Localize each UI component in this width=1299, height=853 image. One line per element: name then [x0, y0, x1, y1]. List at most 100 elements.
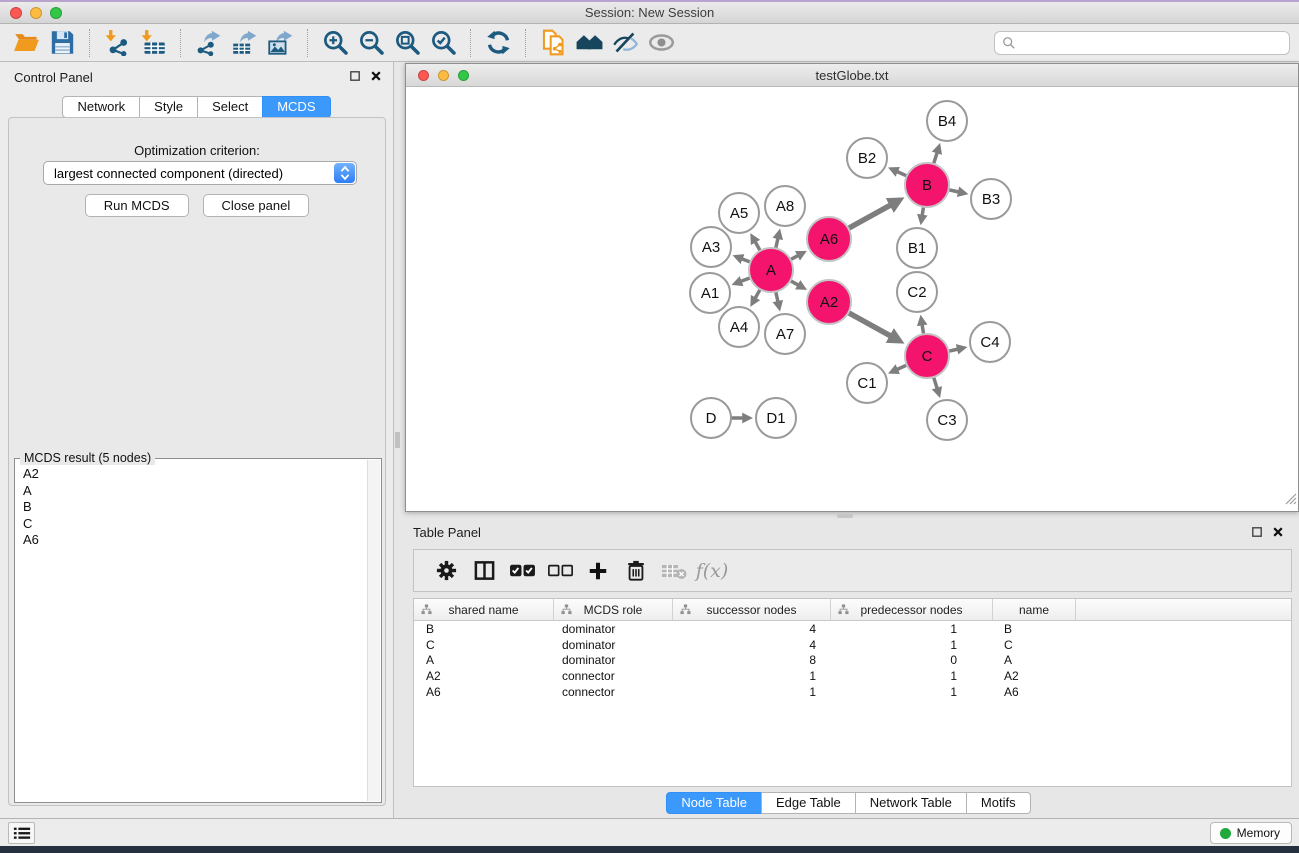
import-network-button[interactable]: [99, 27, 135, 59]
add-column-button[interactable]: [579, 554, 617, 588]
network-canvas[interactable]: AA1A2A3A4A5A6A7A8BB1B2B3B4CC1C2C3C4DD1: [406, 88, 1298, 511]
table-row[interactable]: Adominator80A: [414, 653, 1291, 669]
attribute-tree-icon: [838, 604, 849, 615]
function-builder-button[interactable]: f(x): [693, 554, 731, 588]
export-image-button[interactable]: [262, 27, 298, 59]
tab-node-table[interactable]: Node Table: [666, 792, 762, 814]
zoom-out-button[interactable]: [353, 27, 389, 59]
table-cell[interactable]: 8: [673, 653, 831, 667]
table-cell[interactable]: A2: [414, 669, 554, 683]
optimization-criterion-select[interactable]: largest connected component (directed): [43, 161, 357, 185]
table-cell[interactable]: C: [993, 638, 1076, 652]
column-header[interactable]: shared name: [414, 599, 554, 620]
delete-column-button[interactable]: [617, 554, 655, 588]
minimize-window-button[interactable]: [30, 7, 42, 19]
tab-style[interactable]: Style: [139, 96, 198, 118]
table-row[interactable]: Cdominator41C: [414, 637, 1291, 653]
table-cell[interactable]: 1: [831, 685, 993, 699]
table-cell[interactable]: A6: [993, 685, 1076, 699]
table-cell[interactable]: 1: [673, 685, 831, 699]
select-all-checkboxes-button[interactable]: [503, 554, 541, 588]
table-cell[interactable]: dominator: [554, 622, 673, 636]
minimize-network-window-button[interactable]: [438, 70, 449, 81]
column-header[interactable]: MCDS role: [554, 599, 673, 620]
table-cell[interactable]: connector: [554, 685, 673, 699]
attribute-tree-icon: [421, 604, 432, 615]
table-row[interactable]: A6connector11A6: [414, 684, 1291, 700]
table-cell[interactable]: dominator: [554, 638, 673, 652]
list-item[interactable]: A: [23, 483, 366, 500]
export-network-button[interactable]: [190, 27, 226, 59]
table-cell[interactable]: C: [414, 638, 554, 652]
table-cell[interactable]: 4: [673, 622, 831, 636]
table-cell[interactable]: dominator: [554, 653, 673, 667]
search-input[interactable]: [1020, 34, 1289, 52]
import-table-button[interactable]: [135, 27, 171, 59]
tab-network-table[interactable]: Network Table: [855, 792, 967, 814]
control-panel: Control Panel NetworkStyleSelectMCDS Opt…: [0, 62, 394, 818]
new-network-from-selection-button[interactable]: [535, 27, 571, 59]
split-columns-button[interactable]: [465, 554, 503, 588]
column-header[interactable]: successor nodes: [673, 599, 831, 620]
column-header[interactable]: name: [993, 599, 1076, 620]
table-cell[interactable]: 1: [831, 622, 993, 636]
close-network-window-button[interactable]: [418, 70, 429, 81]
table-cell[interactable]: 4: [673, 638, 831, 652]
refresh-button[interactable]: [480, 27, 516, 59]
tab-network[interactable]: Network: [62, 96, 140, 118]
table-cell[interactable]: 0: [831, 653, 993, 667]
table-cell[interactable]: A: [993, 653, 1076, 667]
table-cell[interactable]: 1: [831, 669, 993, 683]
float-table-panel-icon[interactable]: [1252, 527, 1262, 537]
graph-node-label-D: D: [706, 410, 717, 427]
zoom-selected-button[interactable]: [425, 27, 461, 59]
table-cell[interactable]: A6: [414, 685, 554, 699]
window-resize-grip[interactable]: [1283, 491, 1297, 510]
run-mcds-button[interactable]: Run MCDS: [85, 194, 189, 217]
table-cell[interactable]: A2: [993, 669, 1076, 683]
tab-select[interactable]: Select: [197, 96, 263, 118]
tab-mcds[interactable]: MCDS: [262, 96, 330, 118]
table-cell[interactable]: B: [414, 622, 554, 636]
tab-edge-table[interactable]: Edge Table: [761, 792, 856, 814]
task-history-button[interactable]: [8, 822, 35, 844]
result-scrollbar[interactable]: [367, 460, 380, 801]
window-controls: [10, 7, 62, 19]
delete-table-button[interactable]: [655, 554, 693, 588]
table-cell[interactable]: B: [993, 622, 1076, 636]
column-header[interactable]: predecessor nodes: [831, 599, 993, 620]
zoom-network-window-button[interactable]: [458, 70, 469, 81]
close-panel-icon[interactable]: [371, 71, 381, 81]
close-table-panel-icon[interactable]: [1273, 527, 1283, 537]
show-all-button[interactable]: [643, 27, 679, 59]
table-cell[interactable]: 1: [673, 669, 831, 683]
zoom-fit-button[interactable]: [389, 27, 425, 59]
open-session-button[interactable]: [8, 27, 44, 59]
network-graph[interactable]: AA1A2A3A4A5A6A7A8BB1B2B3B4CC1C2C3C4DD1: [406, 88, 1298, 511]
tab-motifs[interactable]: Motifs: [966, 792, 1031, 814]
graph-edge-A6-B[interactable]: [847, 205, 892, 230]
table-cell[interactable]: 1: [831, 638, 993, 652]
hide-selected-button[interactable]: [607, 27, 643, 59]
close-window-button[interactable]: [10, 7, 22, 19]
table-settings-button[interactable]: [427, 554, 465, 588]
float-panel-icon[interactable]: [350, 71, 360, 81]
table-cell[interactable]: A: [414, 653, 554, 667]
first-neighbors-button[interactable]: [571, 27, 607, 59]
list-item[interactable]: B: [23, 499, 366, 516]
close-panel-button[interactable]: Close panel: [203, 194, 310, 217]
memory-button[interactable]: Memory: [1210, 822, 1292, 844]
zoom-in-button[interactable]: [317, 27, 353, 59]
deselect-all-checkboxes-button[interactable]: [541, 554, 579, 588]
list-item[interactable]: A6: [23, 532, 366, 549]
table-cell[interactable]: connector: [554, 669, 673, 683]
table-row[interactable]: Bdominator41B: [414, 621, 1291, 637]
zoom-window-button[interactable]: [50, 7, 62, 19]
export-table-button[interactable]: [226, 27, 262, 59]
list-item[interactable]: A2: [23, 466, 366, 483]
table-row[interactable]: A2connector11A2: [414, 668, 1291, 684]
hide-selected-icon: [612, 29, 639, 56]
graph-edge-A2-C[interactable]: [847, 312, 892, 337]
list-item[interactable]: C: [23, 516, 366, 533]
save-session-button[interactable]: [44, 27, 80, 59]
